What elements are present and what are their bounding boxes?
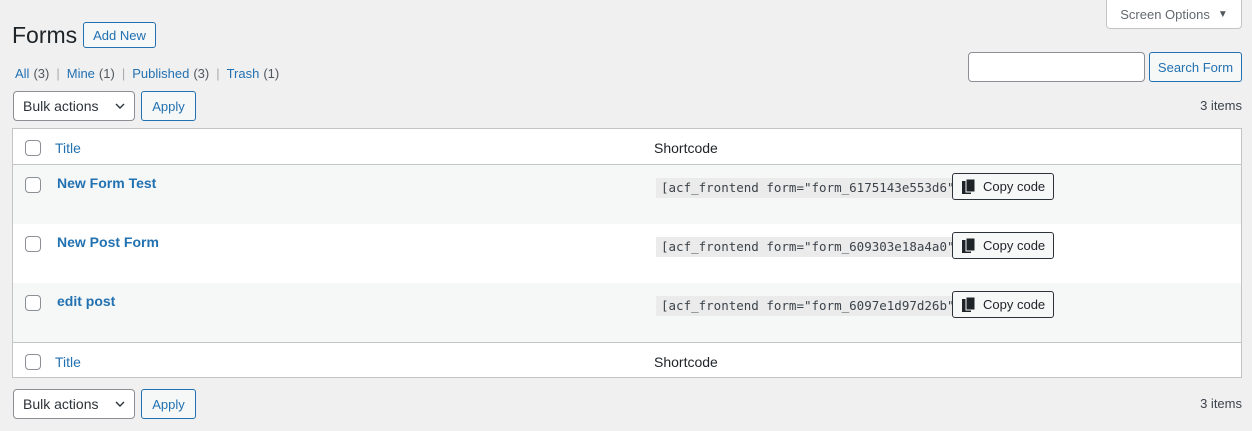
forms-table: Title Shortcode New Form Test [acf_front…	[12, 128, 1242, 378]
filter-mine-link[interactable]: Mine	[67, 66, 95, 81]
select-all-checkbox-footer[interactable]	[25, 354, 41, 370]
apply-button-bottom[interactable]: Apply	[141, 389, 196, 419]
search-input[interactable]	[968, 52, 1145, 82]
select-all-checkbox[interactable]	[25, 140, 41, 156]
status-filter-links: All (3) | Mine (1) | Published (3) | Trash(…	[15, 66, 279, 81]
items-count-bottom: 3 items	[1200, 396, 1242, 411]
screen-options-button[interactable]: Screen Options ▼	[1106, 0, 1242, 29]
filter-mine-count: (1)	[98, 66, 115, 81]
filter-separator: |	[56, 66, 60, 81]
chevron-down-icon	[115, 401, 125, 407]
caret-down-icon: ▼	[1217, 8, 1228, 20]
form-title-link[interactable]: New Post Form	[57, 234, 159, 250]
row-checkbox[interactable]	[25, 295, 41, 311]
items-count-top: 3 items	[1200, 98, 1242, 113]
table-row: New Form Test [acf_frontend form="form_6…	[13, 165, 1241, 224]
apply-button-top[interactable]: Apply	[141, 91, 196, 121]
copy-icon	[962, 237, 976, 253]
table-header-row: Title Shortcode	[13, 129, 1241, 165]
filter-published: Published (3)	[132, 66, 209, 81]
copy-icon	[962, 296, 976, 312]
table-row: New Post Form [acf_frontend form="form_6…	[13, 224, 1241, 283]
filter-all-link[interactable]: All	[15, 66, 29, 81]
form-title-link[interactable]: edit post	[57, 293, 115, 309]
shortcode-text: [acf_frontend form="form_6175143e553d6"]	[656, 178, 968, 198]
copy-code-label: Copy code	[983, 238, 1046, 253]
form-title-link[interactable]: New Form Test	[57, 175, 156, 191]
filter-all: All (3)	[15, 66, 49, 81]
add-new-button[interactable]: Add New	[83, 22, 156, 48]
chevron-down-icon	[115, 103, 125, 109]
filter-trash-link[interactable]: Trash	[227, 66, 260, 81]
shortcode-text: [acf_frontend form="form_609303e18a4a0"]	[656, 237, 968, 257]
table-footer-row: Title Shortcode	[13, 342, 1241, 378]
bulk-actions-select-bottom[interactable]: Bulk actions	[13, 389, 135, 419]
bulk-actions-selected: Bulk actions	[23, 396, 99, 412]
filter-trash: Trash (1)	[227, 66, 280, 81]
copy-code-button[interactable]: Copy code	[952, 232, 1054, 259]
filter-all-count: (3)	[33, 66, 50, 81]
title-column-sort-link[interactable]: Title	[55, 140, 81, 156]
search-form-button[interactable]: Search Form	[1149, 52, 1242, 82]
screen-options-label: Screen Options	[1120, 6, 1210, 22]
filter-separator: |	[121, 66, 126, 81]
row-checkbox[interactable]	[25, 236, 41, 252]
page-title: Forms	[12, 22, 78, 48]
shortcode-column-footer: Shortcode	[654, 354, 718, 370]
shortcode-text: [acf_frontend form="form_6097e1d97d26b"]	[656, 296, 968, 316]
row-checkbox[interactable]	[25, 177, 41, 193]
copy-code-label: Copy code	[983, 179, 1046, 194]
copy-code-button[interactable]: Copy code	[952, 173, 1054, 200]
filter-mine: Mine (1)	[67, 66, 115, 81]
filter-published-link[interactable]: Published	[132, 66, 189, 81]
shortcode-column-header: Shortcode	[654, 140, 718, 156]
filter-separator: |	[216, 66, 220, 81]
copy-code-label: Copy code	[983, 297, 1046, 312]
title-column-sort-link-footer[interactable]: Title	[55, 354, 81, 370]
filter-trash-count: (1)	[263, 66, 280, 81]
copy-code-button[interactable]: Copy code	[952, 291, 1054, 318]
table-row: edit post [acf_frontend form="form_6097e…	[13, 283, 1241, 342]
bulk-actions-selected: Bulk actions	[23, 98, 99, 114]
filter-published-count: (3)	[193, 66, 210, 81]
copy-icon	[962, 178, 976, 194]
bulk-actions-select-top[interactable]: Bulk actions	[13, 91, 135, 121]
